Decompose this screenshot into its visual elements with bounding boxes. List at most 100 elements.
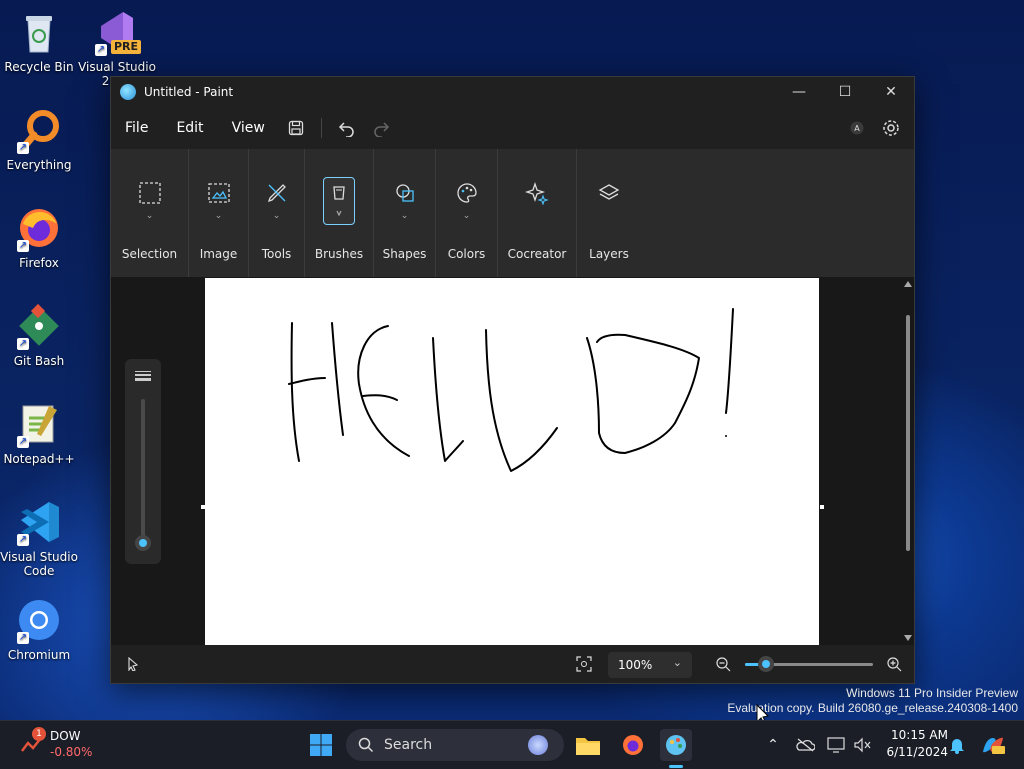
- selection-icon: [134, 177, 166, 209]
- desktop-icon-vscode[interactable]: ↗ Visual Studio Code: [0, 498, 78, 578]
- canvas-resize-handle[interactable]: [820, 505, 824, 509]
- tools-pencil-icon: [261, 177, 293, 209]
- zoom-slider-thumb[interactable]: [758, 656, 774, 672]
- ribbon-shapes[interactable]: ⌄ Shapes: [374, 149, 436, 277]
- ribbon-layers[interactable]: Layers: [577, 149, 641, 277]
- brush-size-icon: [135, 371, 151, 381]
- ribbon-label: Brushes: [314, 247, 364, 261]
- taskbar-file-explorer[interactable]: [572, 729, 604, 761]
- git-bash-icon: ↗: [15, 302, 63, 350]
- canvas-resize-handle[interactable]: [201, 505, 205, 509]
- desktop-icon-git-bash[interactable]: ↗ Git Bash: [0, 302, 78, 368]
- settings-gear-icon[interactable]: [874, 113, 908, 143]
- scroll-down-arrow-icon[interactable]: [904, 635, 912, 641]
- desktop-icon-everything[interactable]: ↗ Everything: [0, 106, 78, 172]
- taskbar-firefox[interactable]: [617, 729, 649, 761]
- layers-icon: [593, 177, 625, 209]
- zoom-level-value: 100%: [618, 658, 653, 672]
- copilot-search-highlight-icon: [528, 735, 548, 755]
- menu-file[interactable]: File: [111, 120, 162, 136]
- desktop-icon-recycle-bin[interactable]: Recycle Bin: [0, 8, 78, 74]
- visual-studio-icon: PRE ↗: [93, 8, 141, 56]
- ribbon-colors[interactable]: ⌄ Colors: [436, 149, 498, 277]
- desktop-icon-label: Chromium: [7, 648, 71, 662]
- ribbon-tools[interactable]: ⌄ Tools: [249, 149, 305, 277]
- everything-icon: ↗: [15, 106, 63, 154]
- menu-view[interactable]: View: [218, 120, 279, 136]
- ribbon-label: Shapes: [382, 247, 427, 261]
- brush-size-slider-thumb[interactable]: [135, 535, 151, 551]
- notepad-plus-plus-icon: ↗: [15, 400, 63, 448]
- clock-date: 6/11/2024: [886, 745, 948, 759]
- show-hidden-icons-chevron-icon[interactable]: ⌃: [763, 735, 783, 755]
- desktop-icon-chromium[interactable]: ↗ Chromium: [0, 596, 78, 662]
- paint-window: Untitled - Paint — ☐ ✕ File Edit View A: [110, 76, 915, 684]
- ribbon-selection[interactable]: ⌄ Selection: [111, 149, 189, 277]
- chevron-down-icon: ⌄: [145, 211, 154, 221]
- notification-badge: 1: [32, 727, 46, 741]
- menu-edit[interactable]: Edit: [162, 120, 217, 136]
- cursor-position-icon: [127, 656, 139, 674]
- notification-bell-icon[interactable]: [947, 735, 967, 755]
- shortcut-arrow-icon: ↗: [17, 436, 29, 448]
- shortcut-arrow-icon: ↗: [17, 338, 29, 350]
- maximize-button[interactable]: ☐: [822, 77, 868, 107]
- menu-separator: [320, 118, 322, 138]
- ribbon-label: Layers: [589, 247, 629, 261]
- title-bar: Untitled - Paint — ☐ ✕: [111, 77, 914, 107]
- zoom-out-icon[interactable]: [715, 656, 731, 675]
- volume-muted-icon[interactable]: [852, 735, 872, 755]
- clock[interactable]: 10:15 AM 6/11/2024: [880, 727, 948, 761]
- ribbon-brushes[interactable]: Brushes: [305, 149, 374, 277]
- close-button[interactable]: ✕: [868, 77, 914, 107]
- fit-to-window-icon[interactable]: [576, 656, 592, 675]
- folder-icon: [576, 738, 600, 755]
- shortcut-arrow-icon: ↗: [17, 240, 29, 252]
- brush-icon: [323, 177, 355, 225]
- vertical-scrollbar[interactable]: [903, 281, 913, 641]
- taskbar-search[interactable]: Search: [346, 729, 564, 761]
- undo-icon[interactable]: [330, 113, 364, 143]
- paint-icon: [666, 735, 686, 755]
- widget-change: -0.80%: [50, 745, 93, 759]
- desktop-icon-firefox[interactable]: ↗ Firefox: [0, 204, 78, 270]
- scroll-up-arrow-icon[interactable]: [904, 281, 912, 287]
- zoom-level-dropdown[interactable]: 100% ⌄: [608, 652, 692, 678]
- drawing-canvas[interactable]: [205, 278, 819, 645]
- network-icon[interactable]: [826, 735, 846, 755]
- copilot-icon[interactable]: [980, 735, 1006, 755]
- cocreator-sparkle-icon: [521, 177, 553, 209]
- start-button[interactable]: [305, 729, 337, 761]
- search-label: Search: [384, 737, 433, 753]
- clock-time: 10:15 AM: [891, 728, 948, 742]
- ribbon-cocreator[interactable]: Cocreator: [498, 149, 577, 277]
- ribbon-label: Tools: [261, 247, 292, 261]
- chevron-down-icon: ⌄: [214, 211, 223, 221]
- svg-text:A: A: [854, 124, 860, 133]
- ribbon-image[interactable]: ⌄ Image: [189, 149, 249, 277]
- firefox-icon: [623, 735, 643, 755]
- desktop-icon-notepad-plus-plus[interactable]: ↗ Notepad++: [0, 400, 78, 466]
- account-icon[interactable]: A: [840, 113, 874, 143]
- zoom-in-icon[interactable]: [886, 656, 902, 675]
- save-icon[interactable]: [279, 113, 313, 143]
- shortcut-arrow-icon: ↗: [17, 632, 29, 644]
- ribbon-label: Colors: [447, 247, 486, 261]
- redo-icon[interactable]: [364, 113, 398, 143]
- scrollbar-thumb[interactable]: [906, 315, 910, 551]
- taskbar: 1 DOW -0.80% Search ⌃ 10:15 AM 6/11/2024: [0, 720, 1024, 769]
- windows-watermark-line1: Windows 11 Pro Insider Preview: [846, 686, 1018, 700]
- weather-stock-widget[interactable]: 1 DOW -0.80%: [20, 727, 120, 763]
- ribbon-label: Cocreator: [507, 247, 567, 261]
- brush-size-panel: [125, 359, 161, 564]
- desktop-icon-label: Everything: [6, 158, 72, 172]
- image-icon: [203, 177, 235, 209]
- recycle-bin-icon: [15, 8, 63, 56]
- menu-bar: File Edit View A: [111, 107, 914, 149]
- ribbon-label: Image: [199, 247, 238, 261]
- chromium-icon: ↗: [15, 596, 63, 644]
- minimize-button[interactable]: —: [776, 77, 822, 107]
- onedrive-icon[interactable]: [795, 735, 815, 755]
- brush-size-slider-track[interactable]: [141, 399, 145, 541]
- taskbar-paint[interactable]: [660, 729, 692, 761]
